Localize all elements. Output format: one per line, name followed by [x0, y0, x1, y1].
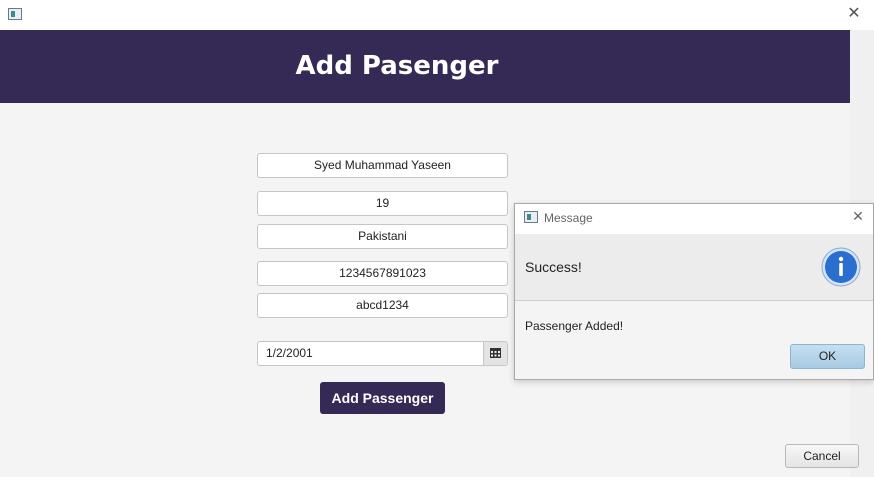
- message-dialog: Message ✕ Success! Passenger Added! OK: [514, 203, 874, 380]
- app-window-icon: [8, 8, 22, 20]
- dialog-header: Success!: [515, 234, 873, 301]
- dialog-title: Message: [544, 211, 593, 225]
- cancel-button[interactable]: Cancel: [785, 444, 859, 468]
- calendar-button[interactable]: [483, 342, 507, 365]
- ok-button[interactable]: OK: [790, 344, 865, 369]
- cnic-field[interactable]: 1234567891023: [257, 261, 508, 286]
- add-passenger-button[interactable]: Add Passenger: [320, 382, 445, 414]
- calendar-icon: [490, 348, 501, 358]
- password-field[interactable]: abcd1234: [257, 293, 508, 318]
- page-title: Add Pasenger: [295, 51, 499, 81]
- dialog-content-text: Passenger Added!: [525, 319, 624, 333]
- close-icon[interactable]: ✕: [846, 5, 862, 21]
- info-icon: [821, 247, 861, 287]
- window-titlebar: ✕: [0, 0, 874, 30]
- name-field[interactable]: Syed Muhammad Yaseen: [257, 153, 508, 178]
- dialog-titlebar: Message ✕: [515, 204, 873, 234]
- dialog-close-icon[interactable]: ✕: [851, 210, 865, 224]
- dialog-header-text: Success!: [525, 259, 582, 275]
- dialog-window-icon: [524, 211, 538, 223]
- date-picker[interactable]: 1/2/2001: [257, 341, 508, 366]
- nationality-field[interactable]: Pakistani: [257, 224, 508, 249]
- age-field[interactable]: 19: [257, 191, 508, 216]
- date-value[interactable]: 1/2/2001: [266, 342, 313, 365]
- page-header: Add Pasenger: [0, 30, 850, 103]
